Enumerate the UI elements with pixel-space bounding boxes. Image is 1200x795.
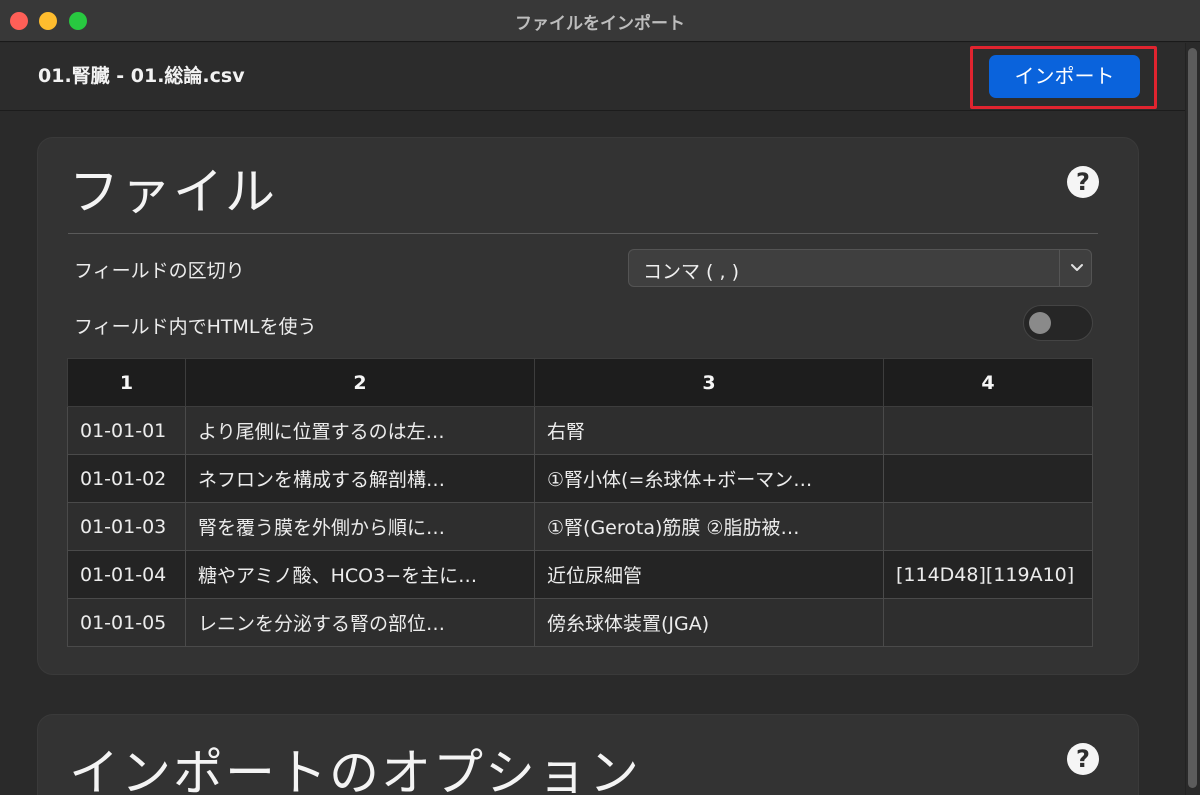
- allow-html-label: フィールド内でHTMLを使う: [74, 316, 317, 338]
- toggle-knob: [1029, 312, 1051, 334]
- table-row: 01-01-05 レニンを分泌する腎の部位… 傍糸球体装置(JGA): [67, 598, 1093, 647]
- table-cell: [883, 406, 1093, 455]
- table-cell: 01-01-05: [67, 598, 186, 647]
- header-bar: 01.腎臓 - 01.総論.csv インポート: [0, 43, 1185, 111]
- table-cell: ネフロンを構成する解剖構…: [185, 454, 535, 503]
- table-cell: 右腎: [534, 406, 884, 455]
- window-title: ファイルをインポート: [515, 14, 685, 34]
- file-panel: ファイル ? フィールドの区切り コンマ ( , ) フィールド内でHTMLを使…: [37, 137, 1139, 675]
- title-bar: ファイルをインポート: [0, 0, 1200, 42]
- column-header[interactable]: 4: [883, 358, 1093, 407]
- table-cell: 01-01-04: [67, 550, 186, 599]
- table-cell: 傍糸球体装置(JGA): [534, 598, 884, 647]
- preview-table: 1 2 3 4 01-01-01 より尾側に位置するのは左… 右腎 01-01-…: [67, 358, 1093, 647]
- field-separator-value: コンマ ( , ): [643, 261, 739, 283]
- table-cell: [883, 502, 1093, 551]
- import-options-panel: インポートのオプション ?: [37, 714, 1139, 795]
- table-cell: ①腎(Gerota)筋膜 ②脂肪被…: [534, 502, 884, 551]
- table-cell: [883, 454, 1093, 503]
- table-row: 01-01-02 ネフロンを構成する解剖構… ①腎小体(=糸球体+ボーマン…: [67, 454, 1093, 503]
- table-cell: より尾側に位置するのは左…: [185, 406, 535, 455]
- import-button[interactable]: インポート: [989, 55, 1140, 98]
- allow-html-toggle[interactable]: [1023, 305, 1093, 341]
- question-circle-icon[interactable]: ?: [1067, 743, 1099, 775]
- table-cell: 01-01-01: [67, 406, 186, 455]
- table-cell: [114D48][119A10]: [883, 550, 1093, 599]
- table-cell: 近位尿細管: [534, 550, 884, 599]
- file-panel-title: ファイル: [69, 163, 277, 221]
- table-cell: 01-01-03: [67, 502, 186, 551]
- table-cell: ①腎小体(=糸球体+ボーマン…: [534, 454, 884, 503]
- table-cell: 腎を覆う膜を外側から順に…: [185, 502, 535, 551]
- table-cell: 01-01-02: [67, 454, 186, 503]
- table-row: 01-01-04 糖やアミノ酸、HCO3−を主に… 近位尿細管 [114D48]…: [67, 550, 1093, 599]
- column-header[interactable]: 1: [67, 358, 186, 407]
- scrollbar-thumb[interactable]: [1188, 48, 1197, 788]
- field-separator-label: フィールドの区切り: [74, 260, 245, 282]
- import-options-title: インポートのオプション: [69, 744, 641, 795]
- field-separator-select[interactable]: コンマ ( , ): [628, 249, 1092, 287]
- question-circle-icon[interactable]: ?: [1067, 166, 1099, 198]
- table-cell: レニンを分泌する腎の部位…: [185, 598, 535, 647]
- table-row: 01-01-01 より尾側に位置するのは左… 右腎: [67, 406, 1093, 455]
- file-name: 01.腎臓 - 01.総論.csv: [38, 65, 245, 87]
- column-header[interactable]: 2: [185, 358, 535, 407]
- column-header[interactable]: 3: [534, 358, 884, 407]
- select-divider: [1059, 250, 1060, 286]
- import-window: ファイルをインポート 01.腎臓 - 01.総論.csv インポート ファイル …: [0, 0, 1200, 795]
- table-cell: 糖やアミノ酸、HCO3−を主に…: [185, 550, 535, 599]
- table-header-row: 1 2 3 4: [67, 358, 1093, 407]
- chevron-down-icon: [1071, 264, 1083, 271]
- divider: [68, 233, 1098, 234]
- table-cell: [883, 598, 1093, 647]
- table-row: 01-01-03 腎を覆う膜を外側から順に… ①腎(Gerota)筋膜 ②脂肪被…: [67, 502, 1093, 551]
